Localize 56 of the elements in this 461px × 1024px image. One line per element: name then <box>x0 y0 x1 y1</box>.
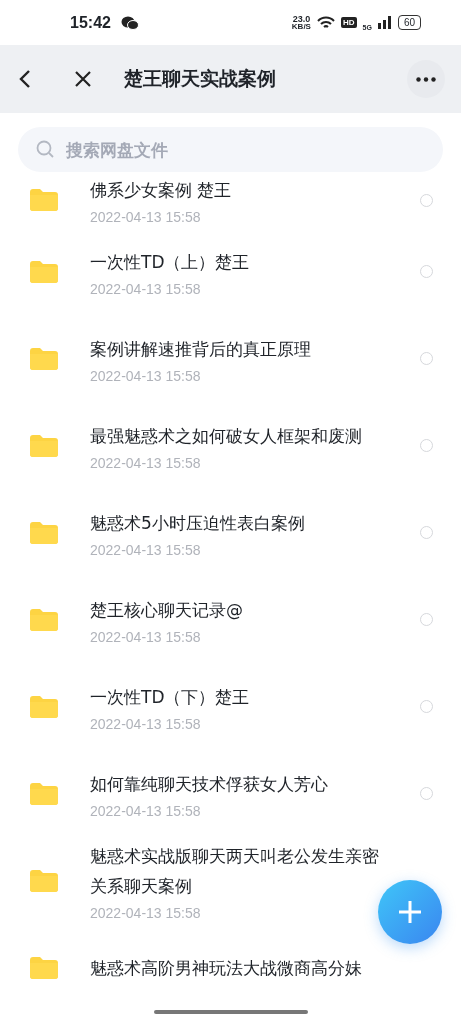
folder-icon <box>30 608 58 631</box>
hd-badge: HD <box>340 17 357 28</box>
file-name: 楚王核心聊天记录@ <box>90 598 244 622</box>
file-row[interactable]: 一次性TD（上）楚王 2022-04-13 15:58 <box>0 228 461 315</box>
net-speed: 23.0 <box>292 14 311 23</box>
file-name: 魅惑术实战版聊天两天叫老公发生亲密关系聊天案例 <box>90 844 380 898</box>
file-date: 2022-04-13 15:58 <box>90 209 202 225</box>
file-date: 2022-04-13 15:58 <box>90 904 202 921</box>
signal-icon <box>377 16 392 29</box>
wifi-icon <box>316 15 335 30</box>
add-button[interactable] <box>378 880 442 944</box>
file-name: 一次性TD（下）楚王 <box>90 685 251 709</box>
file-date: 2022-04-13 15:58 <box>90 715 202 732</box>
file-name: 魅惑术高阶男神玩法大战微商高分妹 <box>90 956 363 980</box>
net-speed-unit: KB/S <box>291 22 311 31</box>
search-field[interactable]: 搜索网盘文件 <box>18 127 443 172</box>
file-date: 2022-04-13 15:58 <box>90 454 202 471</box>
file-name: 如何靠纯聊天技术俘获女人芳心 <box>90 772 329 796</box>
file-row[interactable]: 案例讲解速推背后的真正原理 2022-04-13 15:58 <box>0 315 461 402</box>
folder-icon <box>30 782 58 805</box>
search-icon <box>36 140 54 158</box>
file-name: 魅惑术5小时压迫性表白案例 <box>90 511 306 535</box>
close-button[interactable] <box>74 70 92 88</box>
folder-icon <box>30 434 58 457</box>
file-date: 2022-04-13 15:58 <box>90 280 202 297</box>
more-icon <box>416 76 436 82</box>
folder-icon <box>30 521 58 544</box>
battery-level: 60 <box>397 15 421 30</box>
plus-icon <box>397 899 423 925</box>
file-date: 2022-04-13 15:58 <box>90 628 202 645</box>
file-name: 最强魅惑术之如何破女人框架和废测 <box>90 424 363 448</box>
file-row[interactable]: 魅惑术高阶男神玩法大战微商高分妹 <box>0 924 461 1011</box>
folder-icon <box>30 956 58 979</box>
file-name: 佛系少女案例 楚王 <box>90 179 233 202</box>
page-title: 楚王聊天实战案例 <box>124 66 276 91</box>
chat-app-icon <box>120 15 139 30</box>
file-date: 2022-04-13 15:58 <box>90 541 202 558</box>
file-row[interactable]: 一次性TD（下）楚王 2022-04-13 15:58 <box>0 663 461 750</box>
status-time: 15:42 <box>70 13 111 32</box>
folder-icon <box>30 260 58 283</box>
file-row[interactable]: 魅惑术实战版聊天两天叫老公发生亲密关系聊天案例 2022-04-13 15:58 <box>0 837 461 924</box>
file-row[interactable]: 佛系少女案例 楚王 2022-04-13 15:58 <box>0 172 461 228</box>
folder-icon <box>30 347 58 370</box>
file-date: 2022-04-13 15:58 <box>90 802 202 819</box>
file-row[interactable]: 如何靠纯聊天技术俘获女人芳心 2022-04-13 15:58 <box>0 750 461 837</box>
folder-icon <box>30 869 58 892</box>
more-button[interactable] <box>407 60 445 98</box>
file-row[interactable]: 最强魅惑术之如何破女人框架和废测 2022-04-13 15:58 <box>0 402 461 489</box>
file-name: 案例讲解速推背后的真正原理 <box>90 337 312 361</box>
file-row[interactable]: 魅惑术5小时压迫性表白案例 2022-04-13 15:58 <box>0 489 461 576</box>
folder-icon <box>30 695 58 718</box>
back-button[interactable] <box>18 69 32 89</box>
file-name: 一次性TD（上）楚王 <box>90 250 251 274</box>
file-date: 2022-04-13 15:58 <box>90 367 202 384</box>
folder-icon <box>30 189 58 211</box>
file-row[interactable]: 楚王核心聊天记录@ 2022-04-13 15:58 <box>0 576 461 663</box>
